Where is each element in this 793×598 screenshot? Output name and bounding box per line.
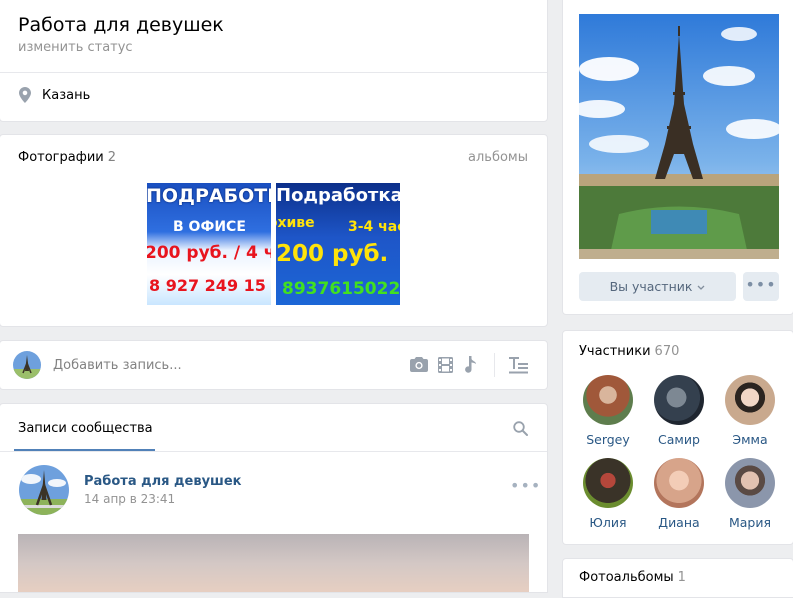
tab-community-posts[interactable]: Записи сообщества bbox=[14, 404, 155, 451]
divider bbox=[494, 353, 495, 377]
avatar bbox=[654, 375, 704, 425]
avatar bbox=[583, 458, 633, 508]
more-actions-button[interactable]: ••• bbox=[743, 272, 779, 301]
avatar bbox=[654, 458, 704, 508]
photo-thumbnail[interactable]: ПОДРАБОТКА В ОФИСЕ 200 руб. / 4 час 8 92… bbox=[147, 183, 271, 305]
text-format-icon[interactable] bbox=[509, 357, 528, 374]
chevron-down-icon bbox=[697, 285, 705, 290]
post-composer: Добавить запись... bbox=[0, 340, 548, 390]
divider bbox=[0, 72, 547, 73]
member-name: Мария bbox=[728, 515, 772, 530]
albums-link[interactable]: альбомы bbox=[468, 150, 528, 165]
photo-text: 200 руб. / 4 час bbox=[147, 243, 271, 263]
photos-title-label: Фотографии bbox=[18, 150, 104, 165]
divider bbox=[0, 451, 547, 452]
group-header-card: Работа для девушек изменить статус Казан… bbox=[0, 0, 548, 122]
post-image[interactable] bbox=[18, 534, 529, 592]
photo-albums-title[interactable]: Фотоальбомы 1 bbox=[579, 570, 686, 585]
member-name: Эмма bbox=[732, 432, 768, 447]
post-date[interactable]: 14 апр в 23:41 bbox=[84, 492, 175, 506]
group-cover-card: Вы участник ••• bbox=[562, 0, 793, 315]
city-info[interactable]: Казань bbox=[42, 88, 90, 103]
member-item[interactable]: Юлия bbox=[572, 458, 644, 530]
member-name: Самир bbox=[658, 432, 700, 447]
members-block: Участники 670 Sergey Самир Эмма Юлия Диан… bbox=[562, 330, 793, 545]
photos-title[interactable]: Фотографии 2 bbox=[18, 150, 116, 165]
photos-count: 2 bbox=[107, 150, 117, 165]
group-cover-photo[interactable] bbox=[579, 14, 779, 259]
member-status-button[interactable]: Вы участник bbox=[579, 272, 736, 301]
photo-text: Подработка bbox=[276, 185, 400, 206]
member-name: Sergey bbox=[586, 432, 630, 447]
photo-albums-title-label: Фотоальбомы bbox=[579, 570, 674, 585]
photo-text: 3-4 час bbox=[348, 219, 400, 235]
search-icon[interactable] bbox=[513, 421, 528, 436]
post-more-button[interactable]: ••• bbox=[510, 476, 541, 495]
photo-albums-count: 1 bbox=[677, 570, 686, 585]
member-item[interactable]: Диана bbox=[643, 458, 715, 530]
avatar bbox=[583, 375, 633, 425]
photo-thumbnail[interactable]: Подработка архиве 3-4 час 200 руб. 89376… bbox=[276, 183, 400, 305]
member-item[interactable]: Мария bbox=[714, 458, 786, 530]
member-item[interactable]: Sergey bbox=[572, 375, 644, 447]
member-name: Юлия bbox=[589, 515, 627, 530]
avatar bbox=[725, 375, 775, 425]
photo-text: В ОФИСЕ bbox=[173, 219, 246, 235]
camera-icon[interactable] bbox=[410, 357, 428, 372]
photo-text: 8937615022 bbox=[282, 279, 400, 299]
photo-text: ПОДРАБОТКА bbox=[147, 185, 271, 207]
members-title-label: Участники bbox=[579, 344, 651, 359]
member-item[interactable]: Эмма bbox=[714, 375, 786, 447]
photo-text: 200 руб. bbox=[276, 241, 389, 267]
avatar[interactable] bbox=[13, 351, 41, 379]
change-status-link[interactable]: изменить статус bbox=[18, 40, 133, 55]
avatar[interactable] bbox=[19, 465, 69, 515]
video-icon[interactable] bbox=[438, 357, 453, 373]
post-author-link[interactable]: Работа для девушек bbox=[84, 474, 242, 489]
community-posts: Записи сообщества Работа для девушек 14 … bbox=[0, 403, 548, 593]
members-title[interactable]: Участники 670 bbox=[579, 344, 679, 359]
map-pin-icon bbox=[19, 87, 31, 103]
photos-block: Фотографии2 альбомы ПОДРАБОТКА В ОФИСЕ 2… bbox=[0, 134, 548, 327]
music-icon[interactable] bbox=[463, 356, 477, 373]
page-title: Работа для девушек bbox=[18, 14, 224, 36]
member-item[interactable]: Самир bbox=[643, 375, 715, 447]
photo-albums-block: Фотоальбомы 1 bbox=[562, 558, 793, 598]
avatar bbox=[725, 458, 775, 508]
member-name: Диана bbox=[658, 515, 700, 530]
members-count: 670 bbox=[654, 344, 680, 359]
photo-text: 8 927 249 15 6 bbox=[149, 276, 271, 295]
new-post-input[interactable]: Добавить запись... bbox=[53, 358, 182, 373]
member-status-label: Вы участник bbox=[609, 279, 693, 294]
